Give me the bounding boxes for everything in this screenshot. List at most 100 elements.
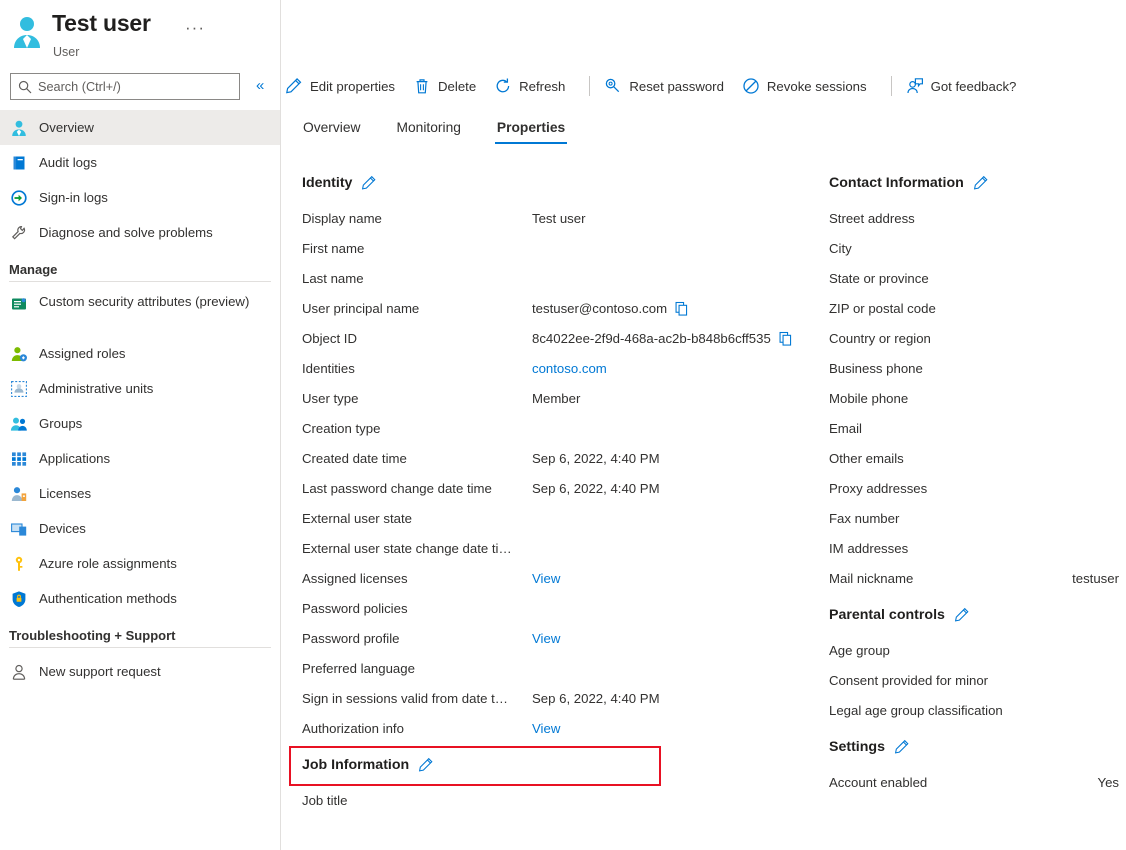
sidebar-item-diagnose-and-solve-problems[interactable]: Diagnose and solve problems <box>0 215 280 250</box>
tab-label: Monitoring <box>396 120 461 135</box>
main-content: Edit properties Delete Refresh Reset passwo… <box>281 0 1126 850</box>
property-row-business-phone: Business phone <box>829 353 1119 383</box>
property-label: Assigned licenses <box>302 570 408 586</box>
tab-overview[interactable]: Overview <box>301 120 363 144</box>
edit-properties-button[interactable]: Edit properties <box>281 70 405 102</box>
delete-button[interactable]: Delete <box>409 70 486 102</box>
property-value-cell: 8c4022ee-2f9d-468a-ac2b-b848b6cff535 <box>532 331 793 346</box>
property-label: Preferred language <box>302 660 415 676</box>
sidebar-item-label: Administrative units <box>39 380 154 396</box>
got-feedback-button[interactable]: Got feedback? <box>902 70 1027 102</box>
sidebar-item-label: New support request <box>39 663 161 679</box>
sidebar-item-sign-in-logs[interactable]: Sign-in logs <box>0 180 280 215</box>
toolbar-button-label: Got feedback? <box>930 78 1017 94</box>
sidebar-item-applications[interactable]: Applications <box>0 441 280 476</box>
sidebar-item-audit-logs[interactable]: Audit logs <box>0 145 280 180</box>
sidebar-item-licenses[interactable]: Licenses <box>0 476 280 511</box>
sidebar-item-label: Applications <box>39 450 111 466</box>
property-label: Display name <box>302 210 382 226</box>
sidebar-item-label: Licenses <box>39 485 92 501</box>
reset-password-button[interactable]: Reset password <box>600 70 734 102</box>
pencil-icon[interactable] <box>954 607 970 623</box>
property-row-sign-in-sessions-valid-from-date-t: Sign in sessions valid from date t… Sep 6… <box>302 683 822 713</box>
copy-icon[interactable] <box>778 331 793 346</box>
pencil-icon[interactable] <box>418 757 434 773</box>
property-label: Fax number <box>829 510 900 526</box>
property-label: Consent provided for minor <box>829 672 989 688</box>
property-link[interactable]: View <box>532 631 560 646</box>
assigned-roles-icon <box>9 344 29 364</box>
sidebar-item-assigned-roles[interactable]: Assigned roles <box>0 336 280 371</box>
tab-monitoring[interactable]: Monitoring <box>395 120 463 144</box>
property-value-cell: Member <box>532 391 580 406</box>
property-row-age-group: Age group <box>829 635 1119 665</box>
sidebar-item-administrative-units[interactable]: Administrative units <box>0 371 280 406</box>
feedback-person-icon <box>906 77 924 95</box>
azure-user-properties-page: Test user ··· User « Overview Audit logs S… <box>0 0 1126 850</box>
property-row-authorization-info: Authorization info View <box>302 713 822 743</box>
copy-icon[interactable] <box>674 301 689 316</box>
property-label: IM addresses <box>829 540 909 556</box>
section-header-job-information: Job Information <box>302 757 822 773</box>
sidebar-item-label: Azure role assignments <box>39 555 177 571</box>
property-row-external-user-state: External user state <box>302 503 822 533</box>
more-actions-button[interactable]: ··· <box>185 18 205 38</box>
pencil-icon[interactable] <box>361 175 377 191</box>
property-row-account-enabled: Account enabled Yes <box>829 767 1119 797</box>
sidebar-item-groups[interactable]: Groups <box>0 406 280 441</box>
right-properties-column: Contact Information Street address City Sta… <box>829 175 1119 797</box>
property-row-password-profile: Password profile View <box>302 623 822 653</box>
sidebar-item-authentication-methods[interactable]: Authentication methods <box>0 581 280 616</box>
property-value: testuser <box>1072 570 1119 586</box>
property-row-country-or-region: Country or region <box>829 323 1119 353</box>
refresh-button[interactable]: Refresh <box>490 70 575 102</box>
property-label: First name <box>302 240 365 256</box>
property-value: Test user <box>532 210 586 226</box>
property-link[interactable]: contoso.com <box>532 361 607 376</box>
property-value: Sep 6, 2022, 4:40 PM <box>532 480 660 496</box>
sidebar-item-azure-role-assignments[interactable]: Azure role assignments <box>0 546 280 581</box>
property-row-password-policies: Password policies <box>302 593 822 623</box>
property-row-display-name: Display name Test user <box>302 203 822 233</box>
sidebar-nav-list: Overview Audit logs Sign-in logs Diagnose a… <box>0 110 280 689</box>
sidebar-item-overview[interactable]: Overview <box>0 110 280 145</box>
sidebar-item-new-support-request[interactable]: New support request <box>0 654 280 689</box>
section-title: Parental controls <box>829 607 945 623</box>
pencil-icon[interactable] <box>894 739 910 755</box>
property-value: 8c4022ee-2f9d-468a-ac2b-b848b6cff535 <box>532 330 771 346</box>
property-link[interactable]: View <box>532 721 560 736</box>
property-row-mobile-phone: Mobile phone <box>829 383 1119 413</box>
property-value-cell: Sep 6, 2022, 4:40 PM <box>532 481 660 496</box>
revoke-sessions-button[interactable]: Revoke sessions <box>738 70 877 102</box>
tab-bar: Overview Monitoring Properties <box>301 120 599 144</box>
property-link[interactable]: View <box>532 571 560 586</box>
search-input[interactable] <box>38 79 228 94</box>
section-header-settings: Settings <box>829 739 1119 755</box>
pencil-icon[interactable] <box>973 175 989 191</box>
refresh-icon <box>494 77 512 95</box>
sidebar-item-custom-security-attributes-preview[interactable]: Custom security attributes (preview) <box>0 288 280 336</box>
sidebar-item-label: Custom security attributes (preview) <box>39 294 250 309</box>
tab-properties[interactable]: Properties <box>494 120 568 144</box>
property-value-cell: Test user <box>532 211 586 226</box>
sidebar-item-label: Diagnose and solve problems <box>39 224 213 240</box>
wrench-icon <box>9 223 29 243</box>
property-row-state-or-province: State or province <box>829 263 1119 293</box>
property-value: Sep 6, 2022, 4:40 PM <box>532 450 660 466</box>
search-box[interactable] <box>10 73 240 100</box>
section-header-contact-information: Contact Information <box>829 175 1119 191</box>
section-title: Identity <box>302 175 353 191</box>
resource-header: Test user ··· User <box>10 6 280 62</box>
property-label: Last password change date time <box>302 480 492 496</box>
section-title: Settings <box>829 739 885 755</box>
property-row-other-emails: Other emails <box>829 443 1119 473</box>
left-navigation-pane: Test user ··· User « Overview Audit logs S… <box>0 0 281 850</box>
property-row-legal-age-group-classification: Legal age group classification <box>829 695 1119 725</box>
property-row-street-address: Street address <box>829 203 1119 233</box>
property-row-email: Email <box>829 413 1119 443</box>
sidebar-group-manage: Manage <box>9 262 58 277</box>
property-row-user-principal-name: User principal name testuser@contoso.com <box>302 293 822 323</box>
groups-icon <box>9 414 29 434</box>
sidebar-item-devices[interactable]: Devices <box>0 511 280 546</box>
chevron-double-left-icon[interactable]: « <box>256 76 264 96</box>
